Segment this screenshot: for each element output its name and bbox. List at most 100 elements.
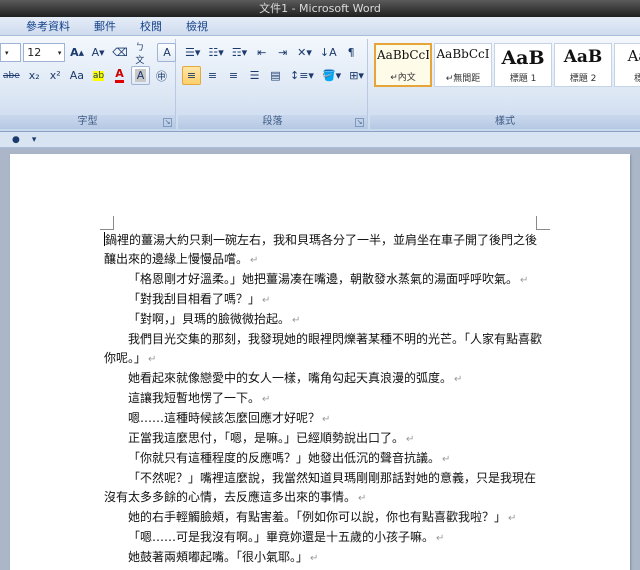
style-normal[interactable]: AaBbCcI ↵內文 bbox=[374, 43, 432, 87]
style-preview: AaBbCcI bbox=[436, 47, 490, 61]
style-name: 標題 2 bbox=[569, 74, 597, 84]
paragraph-group: ☰▾ ☷▾ ☶▾ ⇤ ⇥ ✕▾ ↓A ¶ ≡ ≡ ≡ ☰ ▤ ↕≡▾ 🪣▾ ⊞▾… bbox=[178, 39, 368, 129]
document-paragraph[interactable]: 她看起來就像戀愛中的女人一樣，嘴角勾起天真浪漫的弧度。 ↵ bbox=[104, 369, 542, 389]
change-case-button[interactable]: Aa bbox=[67, 66, 87, 85]
shrink-font-icon: A bbox=[91, 46, 100, 59]
phonetic-icon: ㄅ文 bbox=[135, 42, 145, 66]
qat-bullet-icon[interactable]: ● bbox=[12, 135, 20, 145]
paragraph-text: 她鼓著兩頰嘟起嘴。「很小氣耶。」 bbox=[128, 550, 309, 564]
paragraph-mark-icon: ↵ bbox=[310, 553, 319, 564]
tab-mailings[interactable]: 郵件 bbox=[82, 17, 128, 36]
subscript-icon: x₂ bbox=[28, 69, 40, 82]
font-color-button[interactable]: A bbox=[110, 66, 129, 85]
align-left-button[interactable]: ≡ bbox=[182, 66, 201, 85]
bullets-button[interactable]: ☰▾ bbox=[182, 43, 203, 62]
highlight-button[interactable]: ab bbox=[89, 66, 108, 85]
paragraph-text: 「對我刮目相看了嗎？」 bbox=[128, 292, 261, 306]
margin-corner-left bbox=[100, 216, 114, 230]
paragraph-mark-icon: ↵ bbox=[148, 354, 157, 365]
clear-format-button[interactable]: ⌫ bbox=[110, 43, 131, 62]
style-heading-1[interactable]: AaB 標題 1 bbox=[494, 43, 552, 87]
paragraph-mark-icon: ↵ bbox=[454, 374, 463, 385]
document-paragraph[interactable]: 正當我這麼思付，「嗯，是嘛。」已經順勢說出口了。 ↵ bbox=[104, 429, 542, 449]
paragraph-mark-icon: ↵ bbox=[436, 533, 445, 544]
tab-references[interactable]: 參考資料 bbox=[14, 17, 82, 36]
show-marks-button[interactable]: ¶ bbox=[342, 43, 361, 62]
distribute-icon: ▤ bbox=[270, 69, 281, 82]
paragraph-mark-icon: ↵ bbox=[406, 434, 415, 445]
numbered-list-icon: ☷▾ bbox=[208, 46, 224, 59]
char-shading-icon: A bbox=[134, 69, 147, 82]
document-paragraph[interactable]: 我們目光交集的那刻，我發現她的眼裡閃爍著某種不明的光芒。「人家有點喜歡你呢。」 ↵ bbox=[104, 330, 542, 369]
tab-view[interactable]: 檢視 bbox=[174, 17, 220, 36]
bullet-list-icon: ☰▾ bbox=[185, 46, 201, 59]
paragraph-text: 我們目光交集的那刻，我發現她的眼裡閃爍著某種不明的光芒。「人家有點喜歡你呢。」 bbox=[104, 332, 543, 365]
align-center-button[interactable]: ≡ bbox=[203, 66, 222, 85]
multilevel-list-icon: ☶▾ bbox=[231, 46, 248, 59]
enclose-char-button[interactable]: ㊥ bbox=[152, 66, 171, 85]
line-spacing-button[interactable]: ↕≡▾ bbox=[287, 66, 317, 85]
document-paragraph[interactable]: 「嗯……可是我沒有啊。」畢竟妳還是十五歲的小孩子嘛。 ↵ bbox=[104, 528, 542, 548]
char-border-button[interactable]: A bbox=[157, 43, 177, 62]
style-title[interactable]: AaB 標題 bbox=[614, 43, 640, 87]
char-shading-button[interactable]: A bbox=[131, 66, 151, 85]
superscript-button[interactable]: x² bbox=[46, 66, 65, 85]
document-body[interactable]: 鍋裡的薑湯大約只剩一碗左右，我和貝瑪各分了一半，並肩坐在車子開了後門之後釀出來的… bbox=[104, 231, 542, 570]
distribute-button[interactable]: ▤ bbox=[266, 66, 285, 85]
document-paragraph[interactable]: 「不然呢？」嘴裡這麼說，我當然知道貝瑪剛剛那話對她的意義，只是我現在沒有太多多餘… bbox=[104, 469, 542, 508]
paragraph-mark-icon: ↵ bbox=[520, 275, 529, 286]
multilevel-list-button[interactable]: ☶▾ bbox=[229, 43, 250, 62]
shrink-font-button[interactable]: A ▼ bbox=[89, 43, 108, 62]
paragraph-mark-icon: ↵ bbox=[292, 315, 301, 326]
strikethrough-button[interactable]: abe bbox=[0, 66, 23, 85]
phonetic-guide-button[interactable]: ㄅ文 bbox=[132, 43, 155, 66]
paragraph-text: 這讓我短暫地愣了一下。 bbox=[128, 391, 261, 405]
enclose-char-icon: ㊥ bbox=[156, 69, 168, 83]
decrease-indent-button[interactable]: ⇤ bbox=[252, 43, 271, 62]
font-name-combo[interactable]: ▾ bbox=[0, 43, 22, 62]
document-paragraph[interactable]: 這讓我短暫地愣了一下。 ↵ bbox=[104, 389, 542, 409]
tab-review[interactable]: 校閱 bbox=[128, 17, 174, 36]
document-paragraph[interactable]: 嗯……這種時候該怎麼回應才好呢？ ↵ bbox=[104, 409, 542, 429]
indent-icon: ⇥ bbox=[278, 46, 288, 59]
justify-icon: ☰ bbox=[249, 69, 260, 82]
document-paragraph[interactable]: 「對我刮目相看了嗎？」 ↵ bbox=[104, 290, 542, 310]
paint-bucket-icon: 🪣▾ bbox=[321, 69, 342, 82]
document-paragraph[interactable]: 「你就只有這種程度的反應嗎？」她發出低沉的聲音抗議。 ↵ bbox=[104, 449, 542, 469]
justify-button[interactable]: ☰ bbox=[245, 66, 264, 85]
document-paragraph[interactable]: 鍋裡的薑湯大約只剩一碗左右，我和貝瑪各分了一半，並肩坐在車子開了後門之後釀出來的… bbox=[104, 231, 542, 270]
paragraph-mark-icon: ↵ bbox=[322, 414, 331, 425]
font-size-combo[interactable]: 12 ▾ bbox=[23, 43, 66, 62]
chevron-down-icon: ▾ bbox=[5, 48, 9, 57]
paragraph-text: 她看起來就像戀愛中的女人一樣，嘴角勾起天真浪漫的弧度。 bbox=[128, 371, 453, 385]
qat-customize-icon[interactable]: ▾ bbox=[32, 135, 37, 145]
quick-access-toolbar: ● ▾ bbox=[0, 132, 640, 148]
sort-icon: ↓A bbox=[319, 46, 337, 59]
subscript-button[interactable]: x₂ bbox=[25, 66, 44, 85]
document-paragraph[interactable]: 她的右手輕觸臉頰，有點害羞。「例如你可以說，你也有點喜歡我啦？」 ↵ bbox=[104, 508, 542, 528]
document-page[interactable]: 鍋裡的薑湯大約只剩一碗左右，我和貝瑪各分了一半，並肩坐在車子開了後門之後釀出來的… bbox=[10, 154, 630, 570]
styles-group: AaBbCcI ↵內文 AaBbCcI ↵無間距 AaB 標題 1 AaB 標題… bbox=[370, 39, 640, 129]
paragraph-mark-icon: ↵ bbox=[442, 454, 451, 465]
style-no-spacing[interactable]: AaBbCcI ↵無間距 bbox=[434, 43, 492, 87]
document-paragraph[interactable]: 「格恩剛才好溫柔。」她把薑湯凑在嘴邊，朝散發水蒸氣的湯面呼呼吹氣。 ↵ bbox=[104, 270, 542, 290]
align-right-button[interactable]: ≡ bbox=[224, 66, 243, 85]
increase-indent-button[interactable]: ⇥ bbox=[273, 43, 292, 62]
paragraph-mark-icon: ↵ bbox=[250, 255, 259, 266]
style-name: 標題 bbox=[633, 74, 640, 84]
sort-button[interactable]: ↓A bbox=[317, 43, 340, 62]
chinese-layout-button[interactable]: ✕▾ bbox=[294, 43, 315, 62]
paragraph-mark-icon: ↵ bbox=[508, 513, 517, 524]
change-case-icon: Aa bbox=[69, 69, 85, 82]
paragraph-text: 她的右手輕觸臉頰，有點害羞。「例如你可以說，你也有點喜歡我啦？」 bbox=[128, 510, 507, 524]
font-dialog-launcher[interactable]: ↘ bbox=[163, 118, 172, 127]
document-paragraph[interactable]: 她鼓著兩頰嘟起嘴。「很小氣耶。」 ↵ bbox=[104, 548, 542, 568]
paragraph-dialog-launcher[interactable]: ↘ bbox=[355, 118, 364, 127]
paragraph-mark-icon: ↵ bbox=[358, 493, 367, 504]
shading-button[interactable]: 🪣▾ bbox=[319, 66, 344, 85]
document-paragraph[interactable]: 「對啊，」貝瑪的臉微微抬起。 ↵ bbox=[104, 310, 542, 330]
grow-font-button[interactable]: A ▲ bbox=[67, 43, 86, 62]
borders-button[interactable]: ⊞▾ bbox=[346, 66, 367, 85]
style-heading-2[interactable]: AaB 標題 2 bbox=[554, 43, 612, 87]
numbering-button[interactable]: ☷▾ bbox=[205, 43, 226, 62]
